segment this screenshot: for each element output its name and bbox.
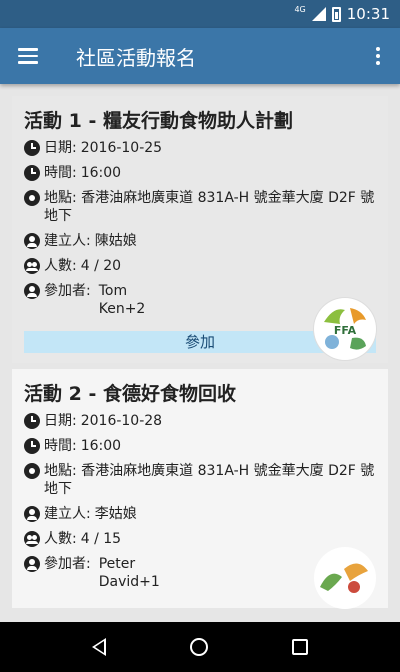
svg-text:FFA: FFA <box>334 324 357 337</box>
date-value: 2016-10-25 <box>80 140 163 156</box>
event-count-row: 人數: 4 / 20 <box>24 257 376 275</box>
date-value: 2016-10-28 <box>80 413 163 429</box>
navigation-bar <box>0 622 400 672</box>
event-location-row: 地點: 香港油麻地廣東道 831A-H 號金華大廈 D2F 號地下 <box>24 189 376 225</box>
home-icon[interactable] <box>190 638 208 656</box>
event-date-row: 日期: 2016-10-28 <box>24 412 376 430</box>
event-card[interactable]: 活動 1 - 糧友行動食物助人計劃 日期: 2016-10-25 時間: 16:… <box>12 96 388 363</box>
organization-logo: FFA <box>314 298 376 360</box>
clock-icon <box>24 165 40 181</box>
creator-label: 建立人: <box>44 233 91 249</box>
group-icon <box>24 531 40 547</box>
battery-icon <box>331 6 341 22</box>
date-label: 日期: <box>44 140 77 156</box>
person-icon <box>24 233 40 249</box>
location-value: 香港油麻地廣東道 831A-H 號金華大廈 D2F 號地下 <box>44 463 375 497</box>
count-label: 人數: <box>44 258 77 274</box>
location-label: 地點: <box>44 463 77 479</box>
signal-icon <box>311 7 326 21</box>
count-value: 4 / 15 <box>80 531 122 547</box>
event-time-row: 時間: 16:00 <box>24 164 376 182</box>
participants-label: 參加者: <box>44 283 91 299</box>
app-bar: 社區活動報名 <box>0 28 400 84</box>
event-card[interactable]: 活動 2 - 食德好食物回收 日期: 2016-10-28 時間: 16:00 … <box>12 369 388 609</box>
clock-icon <box>24 413 40 429</box>
organization-logo <box>314 547 376 609</box>
event-creator-row: 建立人: 李姑娘 <box>24 505 376 523</box>
event-title: 活動 2 - 食德好食物回收 <box>24 383 236 405</box>
person-icon <box>24 556 40 572</box>
participants-value: Tom Ken+2 <box>98 283 146 317</box>
status-bar: 4G 10:31 <box>0 0 400 28</box>
location-label: 地點: <box>44 190 77 206</box>
hamburger-icon <box>18 46 38 66</box>
event-title: 活動 1 - 糧友行動食物助人計劃 <box>24 110 293 132</box>
event-date-row: 日期: 2016-10-25 <box>24 139 376 157</box>
count-label: 人數: <box>44 531 77 547</box>
pin-icon <box>24 463 40 479</box>
event-list[interactable]: 活動 1 - 糧友行動食物助人計劃 日期: 2016-10-25 時間: 16:… <box>0 84 400 622</box>
time-label: 時間: <box>44 438 77 454</box>
clock-icon <box>24 438 40 454</box>
app-title: 社區活動報名 <box>76 45 196 70</box>
date-label: 日期: <box>44 413 77 429</box>
person-icon <box>24 283 40 299</box>
count-value: 4 / 20 <box>80 258 122 274</box>
participants-value: Peter David+1 <box>98 556 160 590</box>
more-vert-icon[interactable] <box>356 28 400 84</box>
time-label: 時間: <box>44 165 77 181</box>
network-type: 4G <box>294 4 306 14</box>
time-value: 16:00 <box>80 438 122 454</box>
creator-label: 建立人: <box>44 506 91 522</box>
event-time-row: 時間: 16:00 <box>24 437 376 455</box>
event-count-row: 人數: 4 / 15 <box>24 530 376 548</box>
person-icon <box>24 506 40 522</box>
ffa-logo-icon: FFA <box>315 299 375 359</box>
clock-icon <box>24 140 40 156</box>
clock-time: 10:31 <box>346 5 390 23</box>
creator-value: 李姑娘 <box>94 506 137 522</box>
event-location-row: 地點: 香港油麻地廣東道 831A-H 號金華大廈 D2F 號地下 <box>24 462 376 498</box>
time-value: 16:00 <box>80 165 122 181</box>
participants-label: 參加者: <box>44 556 91 572</box>
event-creator-row: 建立人: 陳姑娘 <box>24 232 376 250</box>
food-logo-icon <box>320 563 368 593</box>
location-value: 香港油麻地廣東道 831A-H 號金華大廈 D2F 號地下 <box>44 190 375 224</box>
menu-button[interactable] <box>0 28 56 84</box>
creator-value: 陳姑娘 <box>94 233 137 249</box>
group-icon <box>24 258 40 274</box>
pin-icon <box>24 190 40 206</box>
recent-apps-icon[interactable] <box>292 639 308 655</box>
back-icon[interactable] <box>92 638 106 656</box>
